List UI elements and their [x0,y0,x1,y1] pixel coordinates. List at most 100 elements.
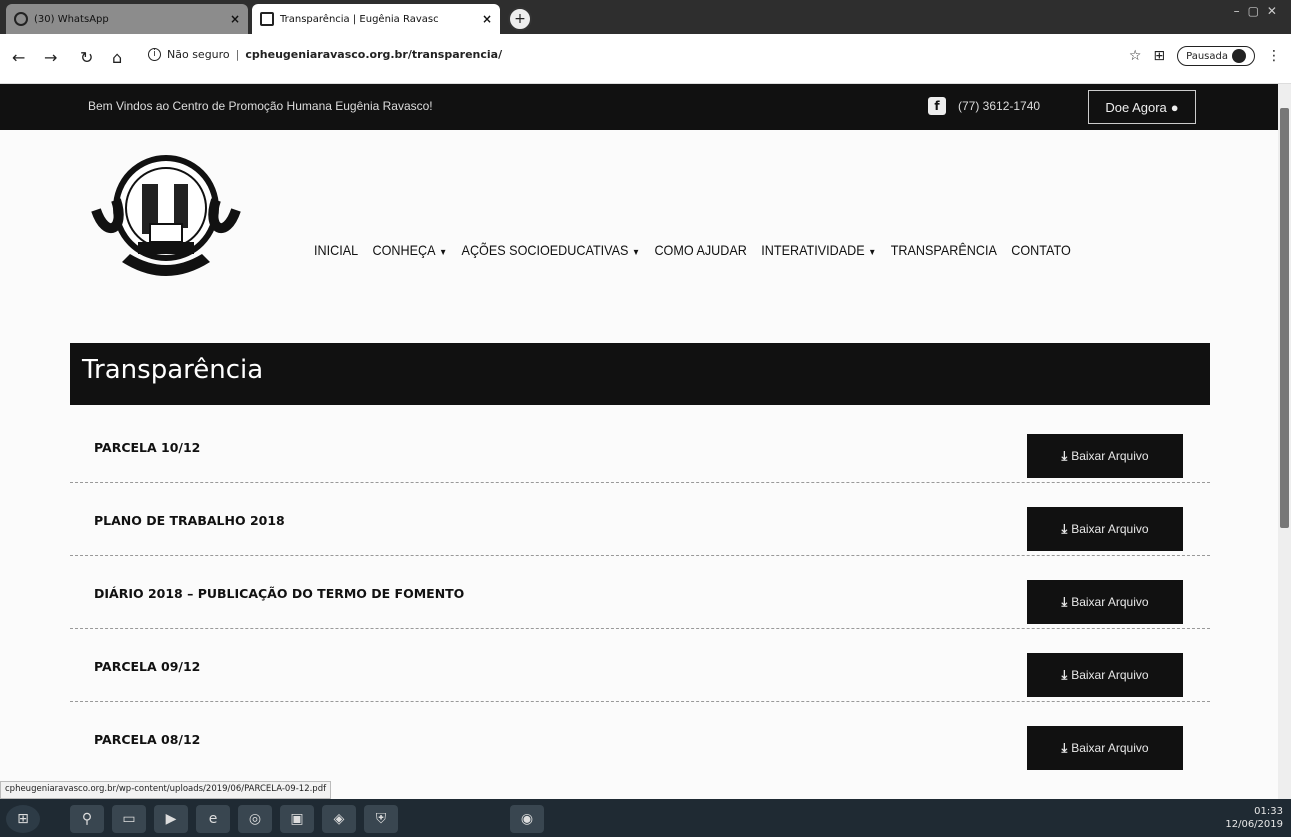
browser-tab-whatsapp[interactable]: (30) WhatsApp × [6,4,248,34]
document-name: PARCELA 10/12 [94,440,201,455]
new-tab-icon[interactable]: + [508,7,532,31]
download-icon: ⤓ [1061,594,1068,609]
chrome-icon[interactable]: ◉ [510,805,544,833]
nav-label: COMO AJUDAR [654,242,747,258]
download-button[interactable]: ⤓ Baixar Arquivo [1027,726,1183,770]
document-name: PARCELA 08/12 [94,732,201,747]
document-row: PLANO DE TRABALHO 2018 ⤓ Baixar Arquivo [70,483,1210,556]
url-text[interactable]: cpheugeniaravasco.org.br/transparencia/ [245,48,502,61]
download-icon: ⤓ [1061,521,1068,536]
file-explorer-icon[interactable]: ▭ [112,805,146,833]
clock-time: 01:33 [1254,806,1283,817]
download-label: Baixar Arquivo [1071,741,1149,755]
page-title: Transparência [82,355,264,385]
document-row: PARCELA 09/12 ⤓ Baixar Arquivo [70,629,1210,702]
address-bar[interactable]: i Não seguro | cpheugeniaravasco.org.br/… [148,48,502,61]
profile-button[interactable]: Pausada [1177,46,1255,66]
nav-item-acoes-socioeducativas[interactable]: AÇÕES SOCIOEDUCATIVAS ▼ [462,242,640,258]
scrollbar-thumb[interactable] [1280,108,1289,528]
nav-item-contato[interactable]: CONTATO [1011,242,1071,258]
main-nav: INICIAL CONHEÇA ▼ AÇÕES SOCIOEDUCATIVAS ▼ … [314,242,1071,258]
caret-down-icon: ▼ [439,247,448,257]
nav-label: TRANSPARÊNCIA [890,242,997,258]
forward-icon[interactable]: → [44,48,57,67]
download-icon: ⤓ [1061,740,1068,755]
disk-icon[interactable]: ◎ [238,805,272,833]
document-name: PARCELA 09/12 [94,659,201,674]
browser-tabstrip: (30) WhatsApp × Transparência | Eugênia … [0,0,1291,34]
download-button[interactable]: ⤓ Baixar Arquivo [1027,507,1183,551]
download-label: Baixar Arquivo [1071,595,1149,609]
document-row: PARCELA 08/12 ⤓ Baixar Arquivo [70,702,1210,775]
image-viewer-icon[interactable]: ▣ [280,805,314,833]
home-icon[interactable]: ⌂ [112,48,122,67]
nav-item-transparencia[interactable]: TRANSPARÊNCIA [891,242,997,258]
nav-item-conheca[interactable]: CONHEÇA ▼ [373,242,448,258]
tab-label: (30) WhatsApp [34,13,109,25]
reload-icon[interactable]: ↻ [80,48,93,67]
site-favicon-icon [260,12,274,26]
close-icon[interactable]: × [482,12,492,26]
download-label: Baixar Arquivo [1071,668,1149,682]
extension-icon[interactable]: ⊞ [1153,48,1165,64]
screen: (30) WhatsApp × Transparência | Eugênia … [0,0,1291,837]
site-topbar: Bem Vindos ao Centro de Promoção Humana … [0,84,1278,130]
nav-label: INTERATIVIDADE [761,242,865,258]
browser-tab-transparencia[interactable]: Transparência | Eugênia Ravasc × [252,4,500,34]
info-icon[interactable]: i [148,48,161,61]
tab-label: Transparência | Eugênia Ravasc [280,13,439,25]
clock-date: 12/06/2019 [1225,819,1283,830]
site-header: INICIAL CONHEÇA ▼ AÇÕES SOCIOEDUCATIVAS ▼ … [0,130,1278,320]
cph-logo[interactable] [86,150,246,290]
browser-ie-icon[interactable]: e [196,805,230,833]
start-button[interactable]: ⊞ [6,805,40,833]
browser-toolbar: ← → ↻ ⌂ i Não seguro | cpheugeniaravasco… [0,34,1291,84]
shield-icon[interactable]: ⛨ [364,805,398,833]
nav-label: CONTATO [1011,242,1071,258]
download-button[interactable]: ⤓ Baixar Arquivo [1027,434,1183,478]
status-link-preview: cpheugeniaravasco.org.br/wp-content/uplo… [0,781,332,799]
avatar [1232,49,1246,63]
address-separator: | [235,48,240,61]
os-taskbar: ⊞ ⚲ ▭ ▶ e ◎ ▣ ◈ ⛨ ◉ 01:33 12/06/2019 [0,799,1291,837]
system-clock[interactable]: 01:33 12/06/2019 [1225,805,1283,831]
caret-down-icon: ▼ [632,247,641,257]
nav-item-inicial[interactable]: INICIAL [314,242,358,258]
document-name: DIÁRIO 2018 – PUBLICAÇÃO DO TERMO DE FOM… [94,586,465,601]
document-row: DIÁRIO 2018 – PUBLICAÇÃO DO TERMO DE FOM… [70,556,1210,629]
browser-actions: ☆ ⊞ Pausada ⋮ [1129,46,1281,66]
security-text: Não seguro [167,48,230,61]
download-icon: ⤓ [1061,667,1068,682]
antivirus-icon[interactable]: ◈ [322,805,356,833]
page-title-bar: Transparência [70,343,1210,405]
facebook-icon[interactable]: f [928,97,946,115]
search-icon[interactable]: ⚲ [70,805,104,833]
download-button[interactable]: ⤓ Baixar Arquivo [1027,580,1183,624]
document-name: PLANO DE TRABALHO 2018 [94,513,285,528]
phone-number: (77) 3612-1740 [958,99,1041,113]
close-icon[interactable]: × [230,12,240,26]
window-controls[interactable]: –▢✕ [1234,4,1285,18]
media-player-icon[interactable]: ▶ [154,805,188,833]
nav-label: AÇÕES SOCIOEDUCATIVAS [461,242,629,258]
nav-item-como-ajudar[interactable]: COMO AJUDAR [654,242,746,258]
nav-label: CONHEÇA [372,242,436,258]
document-row: PARCELA 10/12 ⤓ Baixar Arquivo [70,410,1210,483]
download-icon: ⤓ [1061,448,1068,463]
drop-icon: ● [1170,99,1179,115]
menu-icon[interactable]: ⋮ [1267,48,1281,64]
download-button[interactable]: ⤓ Baixar Arquivo [1027,653,1183,697]
welcome-text: Bem Vindos ao Centro de Promoção Humana … [88,99,433,113]
download-label: Baixar Arquivo [1071,449,1149,463]
download-label: Baixar Arquivo [1071,522,1149,536]
documents-list: PARCELA 10/12 ⤓ Baixar Arquivo PLANO DE … [70,410,1210,775]
nav-label: INICIAL [314,242,359,258]
whatsapp-icon [14,12,28,26]
donate-button[interactable]: Doe Agora ● [1088,90,1196,124]
donate-label: Doe Agora [1105,99,1167,115]
bookmark-star-icon[interactable]: ☆ [1129,48,1142,64]
nav-item-interatividade[interactable]: INTERATIVIDADE ▼ [761,242,876,258]
back-icon[interactable]: ← [12,48,25,67]
caret-down-icon: ▼ [868,247,877,257]
profile-label: Pausada [1186,50,1228,62]
